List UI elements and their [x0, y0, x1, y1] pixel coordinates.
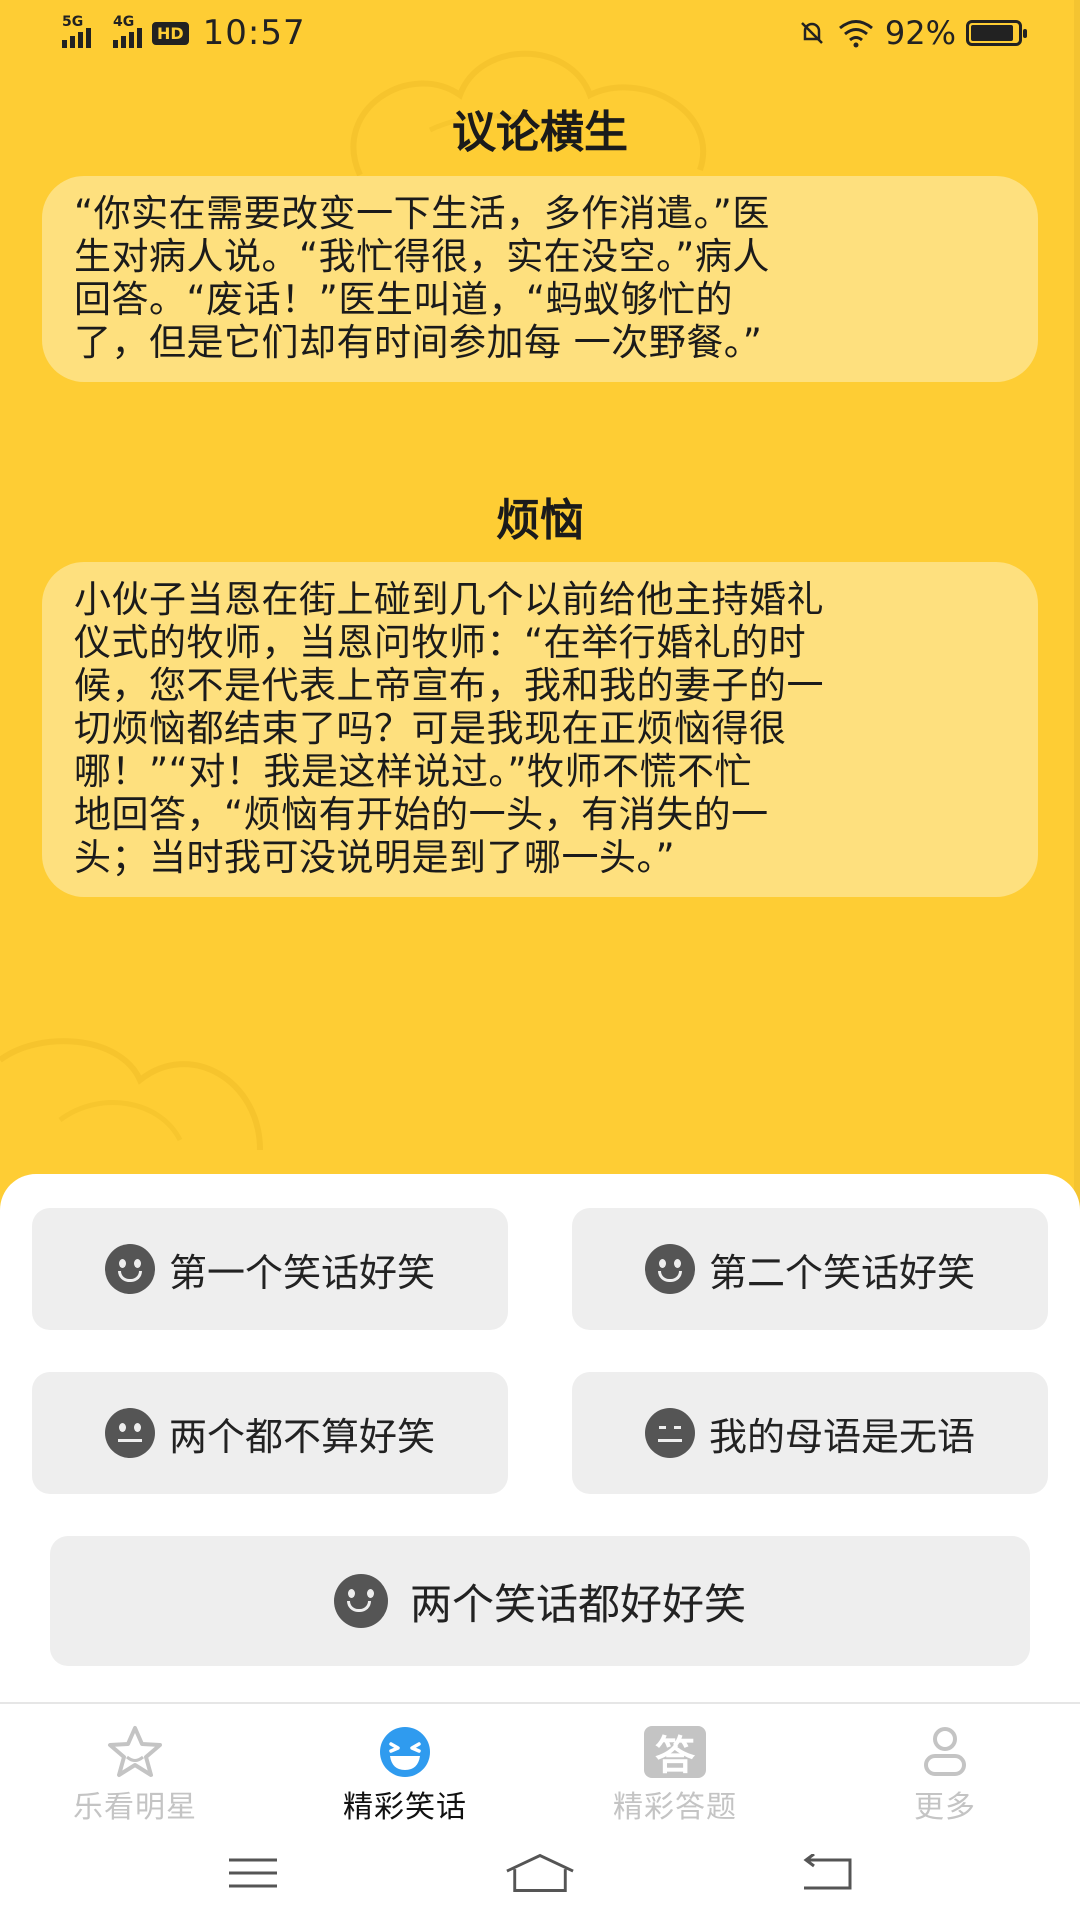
both-funny-label: 两个笑话都好好笑: [409, 1580, 746, 1628]
signal-5g-icon: 5G: [62, 14, 91, 48]
sim1-label: 5G: [62, 14, 84, 30]
joke-2-line: 切烦恼都结束了吗？可是我现在正烦恼得很: [74, 707, 787, 750]
joke-2-line: 头；当时我可没说明是到了哪一头。”: [74, 836, 676, 879]
battery-fill: [971, 25, 1014, 41]
back-icon: [803, 1854, 852, 1890]
joke-1-line: 生对病人说。“我忙得很，实在没空。”病人: [74, 235, 770, 278]
tab-jokes[interactable]: 精彩笑话: [270, 1704, 540, 1826]
sim2-label: 4G: [113, 14, 135, 30]
joke-1-line: “你实在需要改变一下生活，多作消遣。”医: [74, 192, 770, 235]
neutral-face-icon: [104, 1408, 155, 1458]
second-joke-funny-label: 第二个笑话好笑: [708, 1252, 975, 1295]
neither-funny-button[interactable]: 两个都不算好笑: [32, 1372, 508, 1494]
tab-quiz[interactable]: 答 精彩答题: [540, 1704, 810, 1826]
smile-face-icon: [104, 1244, 155, 1294]
home-icon: [506, 1853, 574, 1892]
joke-1-line: 了，但是它们却有时间参加每 一次野餐。”: [74, 321, 763, 364]
home-nav-button[interactable]: [505, 1848, 575, 1898]
bottom-tab-bar: 乐看明星 精彩笑话 答 精彩答题 更多: [0, 1702, 1080, 1826]
tab-stars[interactable]: 乐看明星: [0, 1704, 270, 1826]
tab-quiz-label: 精彩答题: [613, 1790, 737, 1825]
clock: 10:57: [202, 13, 306, 53]
happy-face-icon: [333, 1574, 388, 1628]
joke-2-title: 烦恼: [496, 495, 584, 546]
wifi-icon: [838, 20, 873, 48]
joke-2-line: 地回答，“烦恼有开始的一头，有消失的一: [74, 793, 769, 836]
status-bar: 5G 4G HD 10:57 92%: [0, 0, 1080, 66]
back-nav-button[interactable]: [792, 1848, 862, 1898]
speechless-label: 我的母语是无语: [708, 1416, 975, 1459]
joke-2-line: 哪！”“对！我是这样说过。”牧师不慌不忙: [74, 750, 753, 793]
joke-2-line: 候，您不是代表上帝宣布，我和我的妻子的一: [74, 664, 824, 707]
person-icon: [913, 1724, 977, 1780]
status-left: 5G 4G HD 10:57: [62, 13, 306, 53]
tab-stars-label: 乐看明星: [73, 1790, 197, 1825]
status-right: 92%: [797, 14, 1027, 52]
tab-more-label: 更多: [914, 1790, 976, 1825]
answer-icon: 答: [643, 1724, 707, 1780]
laughing-face-icon: [373, 1724, 437, 1780]
tab-more[interactable]: 更多: [810, 1704, 1080, 1826]
menu-icon: [229, 1858, 278, 1888]
first-joke-funny-button[interactable]: 第一个笑话好笑: [32, 1208, 508, 1330]
second-joke-funny-button[interactable]: 第二个笑话好笑: [572, 1208, 1048, 1330]
speechless-button[interactable]: 我的母语是无语: [572, 1372, 1048, 1494]
battery-percent: 92%: [884, 14, 956, 52]
hd-icon: HD: [152, 21, 189, 45]
joke-2-line: 仪式的牧师，当恩问牧师：“在举行婚礼的时: [74, 621, 807, 664]
first-joke-funny-label: 第一个笑话好笑: [168, 1252, 435, 1295]
system-navigation-bar: [0, 1826, 1080, 1920]
tab-jokes-label: 精彩笑话: [343, 1790, 467, 1825]
joke-1-title: 议论横生: [452, 107, 628, 158]
joke-2-line: 小伙子当恩在街上碰到几个以前给他主持婚礼: [74, 578, 824, 621]
smile-face-icon: [644, 1244, 695, 1294]
battery-icon: [966, 20, 1027, 46]
joke-2-card: 小伙子当恩在街上碰到几个以前给他主持婚礼 仪式的牧师，当恩问牧师：“在举行婚礼的…: [42, 562, 1038, 897]
mute-bell-icon: [800, 22, 823, 44]
both-funny-button[interactable]: 两个笑话都好好笑: [50, 1536, 1030, 1666]
signal-4g-icon: 4G: [113, 14, 142, 48]
joke-1-line: 回答。“废话！”医生叫道，“蚂蚁够忙的: [74, 278, 734, 321]
menu-nav-button[interactable]: [218, 1848, 288, 1898]
joke-1-card: “你实在需要改变一下生活，多作消遣。”医 生对病人说。“我忙得很，实在没空。”病…: [42, 176, 1038, 382]
star-icon: [103, 1724, 167, 1780]
neither-funny-label: 两个都不算好笑: [168, 1416, 435, 1459]
answer-icon-glyph: 答: [644, 1726, 706, 1779]
speechless-face-icon: [644, 1408, 695, 1458]
